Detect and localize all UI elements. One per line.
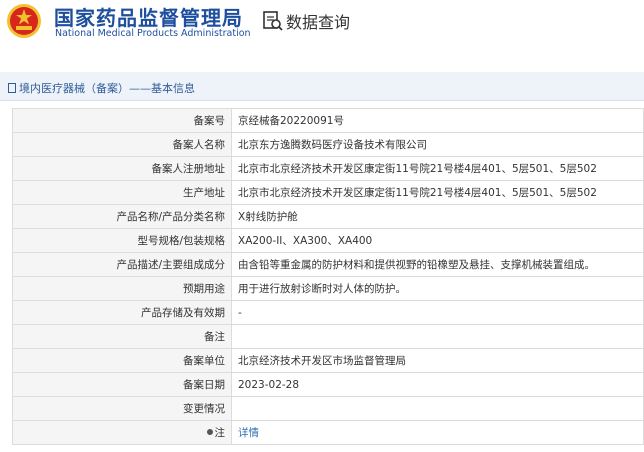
row-label: 备案日期 [12, 372, 232, 397]
table-row: 变更情况 [12, 396, 644, 421]
breadcrumb-bar: 境内医疗器械（备案）——基本信息 [0, 72, 644, 101]
row-label: 变更情况 [12, 396, 232, 421]
row-value: 北京经济技术开发区市场监督管理局 [231, 348, 644, 373]
row-label: 预期用途 [12, 276, 232, 301]
row-label: 产品描述/主要组成成分 [12, 252, 232, 277]
site-title: 国家药品监督管理局 [54, 6, 243, 30]
breadcrumb-text: 境内医疗器械（备案）——基本信息 [19, 82, 195, 95]
row-label: 备案人注册地址 [12, 156, 232, 181]
data-query-icon [263, 11, 283, 31]
table-row: 备注 [12, 324, 644, 349]
table-row: 生产地址 北京市北京经济技术开发区康定街11号院21号楼4层401、5层501、… [12, 180, 644, 205]
table-row: 产品存储及有效期 - [12, 300, 644, 325]
site-subtitle: National Medical Products Administration [55, 28, 251, 39]
note-label: 注 [214, 427, 226, 439]
row-value [231, 396, 644, 421]
table-row: 备案日期 2023-02-28 [12, 372, 644, 397]
site-header: 国家药品监督管理局 National Medical Products Admi… [0, 0, 644, 56]
row-value: - [231, 300, 644, 325]
details-link[interactable]: 详情 [231, 420, 644, 445]
row-label: 备案单位 [12, 348, 232, 373]
row-label: 注 [12, 420, 232, 445]
table-row: 预期用途 用于进行放射诊断时对人体的防护。 [12, 276, 644, 301]
row-value: 北京市北京经济技术开发区康定街11号院21号楼4层401、5层501、5层502 [231, 180, 644, 205]
table-row: 型号规格/包装规格 XA200-II、XA300、XA400 [12, 228, 644, 253]
row-value: 京经械备20220091号 [231, 108, 644, 133]
row-label: 型号规格/包装规格 [12, 228, 232, 253]
page-title: 数据查询 [286, 13, 351, 32]
table-row: 备案人注册地址 北京市北京经济技术开发区康定街11号院21号楼4层401、5层5… [12, 156, 644, 181]
breadcrumb: 境内医疗器械（备案）——基本信息 [8, 80, 195, 96]
table-row: 产品名称/产品分类名称 X射线防护舱 [12, 204, 644, 229]
row-value: XA200-II、XA300、XA400 [231, 228, 644, 253]
row-label: 备案号 [12, 108, 232, 133]
detail-table: 备案号 京经械备20220091号 备案人名称 北京东方逸腾数码医疗设备技术有限… [12, 108, 644, 445]
row-value: 2023-02-28 [231, 372, 644, 397]
row-value: 用于进行放射诊断时对人体的防护。 [231, 276, 644, 301]
table-row: 备案人名称 北京东方逸腾数码医疗设备技术有限公司 [12, 132, 644, 157]
row-label: 备注 [12, 324, 232, 349]
row-label: 产品存储及有效期 [12, 300, 232, 325]
row-value: 北京市北京经济技术开发区康定街11号院21号楼4层401、5层501、5层502 [231, 156, 644, 181]
row-label: 产品名称/产品分类名称 [12, 204, 232, 229]
national-emblem-icon [7, 4, 41, 38]
table-row: 备案单位 北京经济技术开发区市场监督管理局 [12, 348, 644, 373]
row-label: 生产地址 [12, 180, 232, 205]
table-row: 注 详情 [12, 420, 644, 445]
table-row: 产品描述/主要组成成分 由含铅等重金属的防护材料和提供视野的铅橡塑及悬挂、支撑机… [12, 252, 644, 277]
table-row: 备案号 京经械备20220091号 [12, 108, 644, 133]
pin-icon [206, 429, 213, 435]
row-label: 备案人名称 [12, 132, 232, 157]
document-icon [8, 83, 16, 93]
row-value: 由含铅等重金属的防护材料和提供视野的铅橡塑及悬挂、支撑机械装置组成。 [231, 252, 644, 277]
row-value [231, 324, 644, 349]
row-value: X射线防护舱 [231, 204, 644, 229]
row-value: 北京东方逸腾数码医疗设备技术有限公司 [231, 132, 644, 157]
